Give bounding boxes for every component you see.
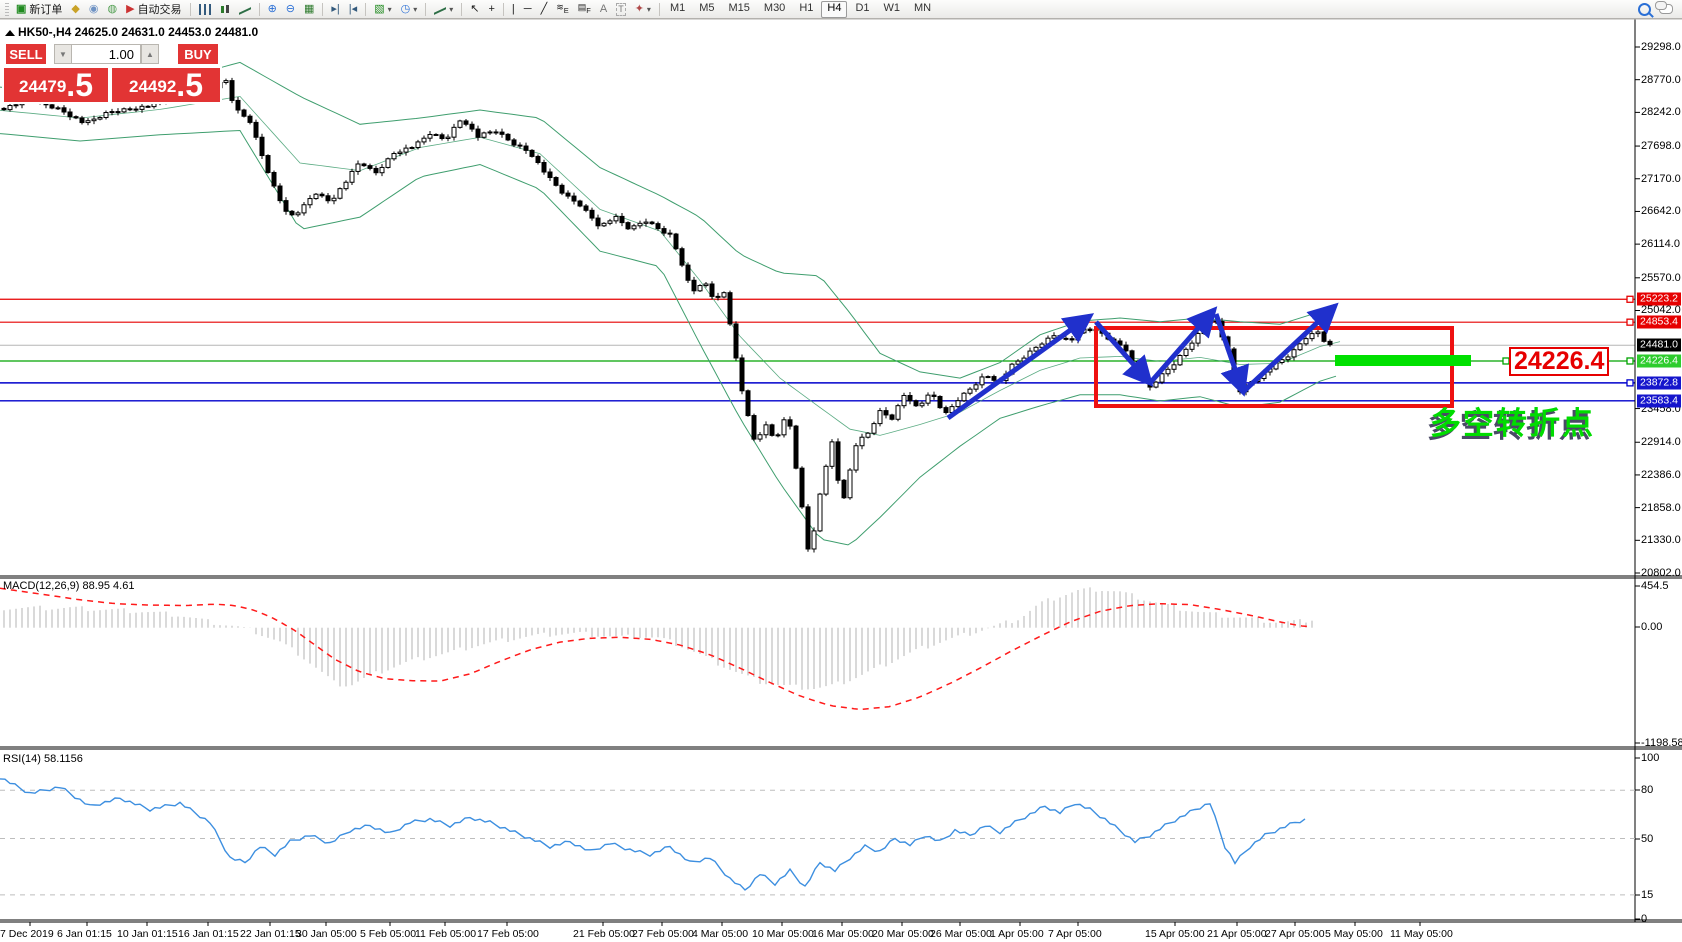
auto-scroll-icon: ▸| bbox=[331, 4, 339, 15]
crosshair-icon: + bbox=[488, 4, 494, 15]
indicators-icon bbox=[434, 4, 446, 15]
tab-timeframe-M30[interactable]: M30 bbox=[758, 1, 791, 18]
auto-trading-icon: ▶ bbox=[126, 4, 134, 15]
bar-chart-button[interactable] bbox=[195, 0, 215, 19]
arrows-icon: ✦ bbox=[635, 4, 644, 15]
clock-icon: ◷ bbox=[401, 4, 411, 15]
zoom-out-button[interactable]: ⊖ bbox=[282, 0, 299, 19]
chart-shift-icon: |◂ bbox=[349, 4, 357, 15]
indicators-button[interactable]: ▾ bbox=[430, 0, 457, 19]
period-button[interactable]: ◷▾ bbox=[397, 0, 422, 19]
volume-input[interactable] bbox=[71, 44, 141, 64]
line-chart-button[interactable] bbox=[235, 0, 255, 19]
chart-canvas[interactable] bbox=[0, 0, 1682, 942]
tab-timeframe-M5[interactable]: M5 bbox=[693, 1, 720, 18]
vertical-line-button[interactable]: | bbox=[508, 0, 519, 19]
toolbar-grip[interactable] bbox=[5, 3, 9, 16]
tab-timeframe-H4[interactable]: H4 bbox=[821, 1, 847, 18]
new-order-label: 新订单 bbox=[29, 1, 62, 17]
toolbar-separator bbox=[322, 3, 323, 16]
timeframe-group: M1M5M15M30H1H4D1W1MN bbox=[664, 1, 937, 18]
crosshair-button[interactable]: + bbox=[484, 0, 498, 19]
tab-timeframe-M1[interactable]: M1 bbox=[664, 1, 691, 18]
line-chart-icon bbox=[239, 4, 251, 15]
sell-button[interactable]: SELL bbox=[6, 44, 46, 64]
toolbar-separator bbox=[425, 3, 426, 16]
zoom-out-icon: ⊖ bbox=[286, 4, 295, 15]
auto-trading-button[interactable]: ▶ 自动交易 bbox=[122, 0, 185, 19]
cursor-button[interactable]: ↖ bbox=[466, 0, 483, 19]
new-chart-button[interactable]: ▧▾ bbox=[370, 0, 395, 19]
toolbar-separator bbox=[461, 3, 462, 16]
chat-icon[interactable] bbox=[1659, 4, 1673, 14]
channel-icon: ≋E bbox=[556, 2, 569, 16]
symbol-ohlc-line: HK50-,H4 24625.0 24631.0 24453.0 24481.0 bbox=[18, 25, 258, 39]
text-label-icon: T bbox=[616, 3, 626, 16]
toolbar-separator bbox=[365, 3, 366, 16]
sell-price: 24479 bbox=[19, 74, 66, 100]
history-center-button[interactable]: ◆ bbox=[67, 0, 83, 19]
horizontal-line-button[interactable]: ─ bbox=[520, 0, 536, 19]
horizontal-line-icon: ─ bbox=[524, 4, 532, 15]
volume-increase-button[interactable]: ▲ bbox=[141, 44, 159, 64]
channel-button[interactable]: ≋E bbox=[552, 0, 573, 19]
tab-timeframe-D1[interactable]: D1 bbox=[849, 1, 875, 18]
new-chart-icon: ▧ bbox=[374, 4, 384, 15]
tab-timeframe-M15[interactable]: M15 bbox=[723, 1, 756, 18]
buy-price-button[interactable]: 24492.5 bbox=[112, 68, 220, 102]
text-label-button[interactable]: T bbox=[612, 0, 630, 19]
tile-windows-icon: ▦ bbox=[304, 4, 314, 15]
new-order-button[interactable]: ▣ 新订单 bbox=[12, 0, 66, 19]
toolbar-separator bbox=[503, 3, 504, 16]
new-order-icon: ▣ bbox=[16, 4, 26, 15]
arrows-button[interactable]: ✦▾ bbox=[631, 0, 655, 19]
collapse-panel-icon[interactable] bbox=[5, 30, 15, 36]
profile-cloud-icon: ◉ bbox=[89, 4, 99, 15]
tab-timeframe-W1[interactable]: W1 bbox=[878, 1, 907, 18]
trendline-icon: ╱ bbox=[541, 4, 548, 15]
trendline-button[interactable]: ╱ bbox=[537, 0, 552, 19]
cursor-icon: ↖ bbox=[470, 4, 479, 15]
zoom-in-icon: ⊕ bbox=[268, 4, 277, 15]
tab-timeframe-H1[interactable]: H1 bbox=[793, 1, 819, 18]
profile-button[interactable]: ◉ bbox=[85, 0, 103, 19]
signals-button[interactable]: ◍ bbox=[103, 0, 121, 19]
text-icon: A bbox=[600, 4, 607, 15]
toolbar-separator bbox=[659, 3, 660, 16]
auto-trading-label: 自动交易 bbox=[138, 1, 182, 17]
history-icon: ◆ bbox=[71, 4, 79, 15]
one-click-trading-panel: SELL ▼ ▲ BUY 24479.5 24492.5 bbox=[2, 42, 222, 104]
vertical-line-icon: | bbox=[512, 4, 515, 15]
toolbar-separator bbox=[190, 3, 191, 16]
bar-chart-icon bbox=[199, 4, 211, 15]
buy-price: 24492 bbox=[129, 74, 176, 100]
buy-button[interactable]: BUY bbox=[178, 44, 218, 64]
chart-shift-button[interactable]: |◂ bbox=[345, 0, 361, 19]
search-icon[interactable] bbox=[1638, 3, 1651, 16]
sell-price-button[interactable]: 24479.5 bbox=[4, 68, 108, 102]
toolbar: ▣ 新订单 ◆ ◉ ◍ ▶ 自动交易 ⊕ ⊖ ▦ ▸| |◂ ▧▾ ◷▾ ▾ ↖… bbox=[0, 0, 1682, 19]
fibonacci-button[interactable]: ▤F bbox=[574, 0, 595, 19]
fibonacci-icon: ▤F bbox=[578, 2, 591, 16]
zoom-in-button[interactable]: ⊕ bbox=[264, 0, 281, 19]
signal-icon: ◍ bbox=[107, 4, 117, 15]
auto-scroll-button[interactable]: ▸| bbox=[327, 0, 343, 19]
tile-windows-button[interactable]: ▦ bbox=[300, 0, 318, 19]
volume-decrease-button[interactable]: ▼ bbox=[54, 44, 72, 64]
candlestick-icon bbox=[220, 4, 230, 15]
tab-timeframe-MN[interactable]: MN bbox=[908, 1, 937, 18]
candlestick-chart-button[interactable] bbox=[216, 0, 234, 19]
toolbar-separator bbox=[259, 3, 260, 16]
text-button[interactable]: A bbox=[596, 0, 611, 19]
